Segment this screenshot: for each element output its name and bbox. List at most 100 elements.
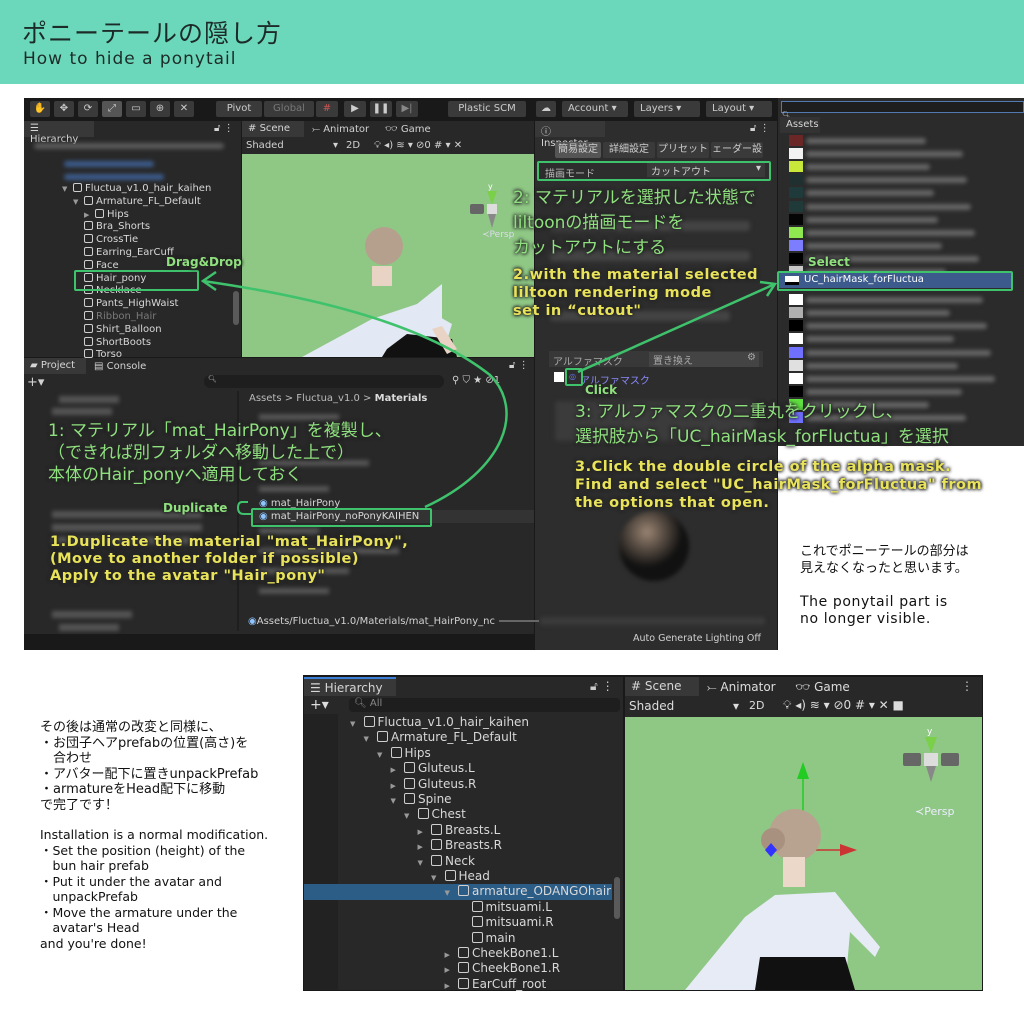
tree-row-label: CheekBone1.R: [472, 961, 561, 976]
step3-en: 3.Click the double circle of the alpha m…: [575, 459, 983, 511]
foldout-down-icon[interactable]: ▼: [445, 886, 459, 901]
tab-game[interactable]: 👓︎ Game: [795, 680, 850, 694]
tree-row-label: Neck: [445, 853, 475, 868]
foldout-down-icon[interactable]: ▼: [364, 732, 378, 747]
tree-row-label: armature_ODANGOhair: [472, 884, 612, 899]
tree-row[interactable]: ▼ Armature_FL_Default: [364, 730, 517, 745]
tree-row-label: main: [485, 930, 516, 945]
tree-row-label: Chest: [431, 807, 466, 822]
shading-dropdown[interactable]: Shaded ▾: [629, 699, 739, 713]
tree-row[interactable]: ▶ Gluteus.R: [391, 777, 477, 792]
tab-label: Scene: [644, 679, 682, 693]
scene-panel-bottom: # Scene ⤚ Animator 👓︎ Game ⋮ Shaded ▾ 2D …: [625, 677, 982, 990]
gameobject-icon: [444, 870, 456, 881]
gizmo-x-cone: [903, 753, 921, 766]
step1-jp: 1: マテリアル「mat_HairPony」を複製し、 （できれば別フォルダへ移動…: [48, 421, 392, 485]
gameobject-icon: [431, 854, 442, 866]
tree-row-label: mitsuami.R: [485, 915, 554, 930]
foldout-down-icon[interactable]: ▼: [404, 809, 418, 824]
gameobject-icon: [471, 916, 483, 928]
gameobject-icon: [471, 931, 483, 943]
step3-jp: 3: アルファマスクの二重丸をクリックし、 選択肢から「UC_hairMask_f…: [575, 402, 949, 447]
tab-label: Game: [814, 680, 850, 694]
2d-toggle[interactable]: 2D: [749, 699, 764, 712]
tree-row-label: EarCuff_root: [472, 976, 547, 991]
tree-row[interactable]: mitsuami.L: [458, 900, 552, 915]
click-label: Click: [585, 383, 618, 397]
hidden-count: 0: [843, 698, 852, 712]
tree-row-label: Gluteus.R: [418, 776, 477, 791]
step2-jp: 2: マテリアルを選択した状態で liltoonの描画モードを カットアウトにする: [513, 188, 756, 258]
gameobject-icon: [404, 762, 415, 774]
foldout-down-icon[interactable]: ▼: [350, 717, 364, 732]
tree-row-label: Fluctua_v1.0_hair_kaihen: [377, 715, 530, 729]
more-menu-icon[interactable]: ⋮: [961, 679, 973, 693]
gizmo-y-cone: [925, 737, 937, 753]
tree-row[interactable]: ▶ CheekBone1.R: [445, 961, 561, 976]
tree-row-label: CheekBone1.L: [472, 946, 559, 960]
tree-row[interactable]: ▼ Spine: [391, 792, 452, 807]
tree-row[interactable]: ▼ Chest: [404, 807, 466, 822]
tab-label: Hierarchy: [324, 681, 383, 695]
persp-label[interactable]: ≺Persp: [915, 805, 954, 818]
tree-row[interactable]: ▶ Gluteus.L: [391, 761, 475, 776]
scrollbar[interactable]: [614, 877, 620, 919]
hierarchy-search-input[interactable]: 🔍︎ All: [349, 698, 620, 712]
tree-row[interactable]: ▼ Neck: [418, 854, 475, 869]
gameobject-icon: [431, 839, 442, 851]
tree-row-label: mitsuami.L: [485, 899, 552, 914]
install-note-jp: その後は通常の改変と同様に、 ・お団子ヘアprefabの位置(高さ)を 合わせ …: [40, 720, 259, 813]
tree-row-label: Head: [458, 869, 490, 883]
tree-row[interactable]: ▼ Head: [431, 869, 490, 884]
gameobject-icon: [458, 977, 469, 989]
tree-row-label: Spine: [418, 792, 452, 806]
tab-animator[interactable]: ⤚ Animator: [707, 680, 776, 695]
tree-row[interactable]: ▶ EarCuff_root: [445, 977, 547, 992]
tree-row[interactable]: ▼ Hips: [377, 746, 431, 761]
gameobject-icon: [458, 947, 469, 958]
foldout-right-icon[interactable]: ▶: [445, 979, 459, 994]
foldout-down-icon[interactable]: ▼: [391, 794, 405, 809]
tree-row-label: Gluteus.L: [418, 761, 475, 776]
result-note-jp: これでポニーテールの部分は 見えなくなったと思います。: [800, 544, 969, 576]
tree-row-label: Breasts.R: [445, 838, 502, 853]
tree-row[interactable]: ▶ Breasts.L: [418, 823, 501, 838]
gameobject-icon: [390, 746, 402, 758]
gameobject-icon: [417, 808, 429, 820]
tree-row[interactable]: ▶ CheekBone1.L: [445, 946, 559, 961]
scene-toolbar-icons[interactable]: 💡︎ ◂) ≋ ▾ ⊘0 # ▾ ✕ ■: [783, 698, 904, 713]
gameobject-icon: [458, 885, 469, 897]
foldout-down-icon[interactable]: ▼: [418, 856, 432, 871]
search-placeholder: All: [369, 698, 383, 709]
duplicate-label: Duplicate: [163, 501, 228, 515]
gameobject-icon: [471, 900, 483, 912]
gameobject-icon: [377, 731, 388, 743]
tree-row[interactable]: main: [458, 931, 515, 946]
shading-label: Shaded: [629, 699, 675, 713]
hierarchy-gutter: [304, 714, 338, 990]
scene-viewport[interactable]: y ≺Persp: [625, 717, 982, 990]
tree-row[interactable]: ▶ Breasts.R: [418, 838, 503, 853]
step2-en: 2.with the material selected liltoon rend…: [513, 267, 758, 319]
persp-text: Persp: [924, 805, 955, 818]
scene-gizmo[interactable]: y: [903, 727, 961, 797]
foldout-down-icon[interactable]: ▼: [377, 748, 391, 763]
gizmo-cube: [924, 753, 938, 766]
drag-drop-label: Drag&Drop: [166, 255, 242, 269]
select-label: Select: [808, 255, 850, 269]
create-button[interactable]: +▾: [310, 697, 329, 713]
tree-row[interactable]: ▼ Fluctua_v1.0_hair_kaihen: [350, 715, 529, 730]
tab-label: Animator: [720, 680, 776, 694]
tab-hierarchy[interactable]: ☰ Hierarchy: [304, 677, 396, 696]
tree-row[interactable]: mitsuami.R: [458, 915, 554, 930]
tree-row-label: Hips: [404, 745, 431, 760]
step1-en: 1.Duplicate the material "mat_HairPony",…: [50, 534, 409, 584]
tab-scene[interactable]: # Scene: [625, 677, 699, 696]
lock-icon[interactable]: 🔓︎ ⋮: [590, 679, 614, 694]
gizmo-y-label: y: [927, 727, 933, 737]
gameobject-icon: [404, 793, 415, 804]
gizmo-neg-x-cone: [941, 753, 959, 766]
tree-row[interactable]: ▼ armature_ODANGOhair: [304, 884, 612, 901]
install-note-en: Installation is a normal modification. ・…: [40, 827, 269, 951]
tree-row-label: Armature_FL_Default: [391, 730, 517, 745]
